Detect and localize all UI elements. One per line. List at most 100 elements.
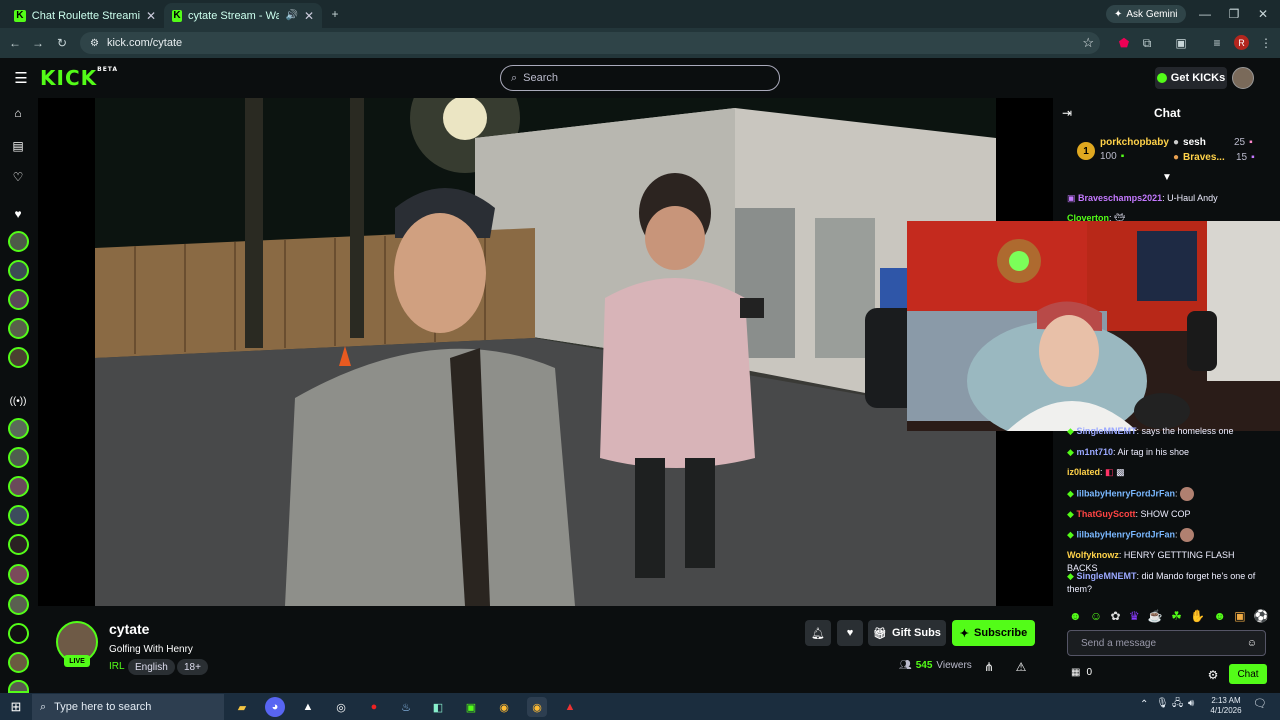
- discord-icon[interactable]: ◕: [265, 697, 285, 717]
- chat-username[interactable]: SingleMNEMT: [1076, 571, 1136, 581]
- recommended-channel-avatar[interactable]: [8, 564, 29, 585]
- network-icon[interactable]: 🖧︎: [1172, 699, 1183, 709]
- reload-icon[interactable]: ↻: [53, 34, 71, 52]
- stream-video-frame[interactable]: [95, 98, 996, 606]
- emote-icon[interactable]: ☺: [1090, 609, 1102, 623]
- volume-icon[interactable]: 🔊︎: [1188, 699, 1194, 709]
- kick-logo[interactable]: KICKBETA: [40, 66, 118, 90]
- hamburger-menu-icon[interactable]: ☰: [12, 69, 30, 87]
- emote-icon[interactable]: ☕: [1148, 609, 1163, 623]
- followed-channel-avatar[interactable]: [8, 347, 29, 368]
- kick-app-icon[interactable]: ▣: [461, 697, 481, 717]
- pinned-toggle-icon[interactable]: ▼: [1158, 168, 1176, 186]
- followed-channel-avatar[interactable]: [8, 260, 29, 281]
- followed-channel-avatar[interactable]: [8, 318, 29, 339]
- recommended-channel-avatar[interactable]: [8, 623, 29, 644]
- recommended-channel-avatar[interactable]: [8, 447, 29, 468]
- extension-icon[interactable]: ⬟: [1115, 34, 1133, 52]
- chat-username[interactable]: Wolfyknowz: [1067, 550, 1119, 560]
- notification-bell-button[interactable]: 🔔︎: [805, 620, 831, 646]
- subscribe-button[interactable]: ✦ Subscribe: [952, 620, 1035, 646]
- emote-icon[interactable]: ♛: [1129, 609, 1140, 623]
- url-field[interactable]: ⚙ kick.com/cytate ☆: [80, 32, 1100, 54]
- recommended-channel-avatar[interactable]: [8, 652, 29, 673]
- collapse-chat-icon[interactable]: ⇥: [1058, 104, 1076, 122]
- new-tab-icon[interactable]: +: [326, 5, 344, 23]
- chat-settings-gear-icon[interactable]: ⚙: [1204, 666, 1222, 684]
- windows-start-icon[interactable]: ⊞: [7, 698, 25, 716]
- ask-gemini-button[interactable]: ✦ Ask Gemini: [1106, 5, 1186, 23]
- tag-18plus[interactable]: 18+: [177, 659, 208, 675]
- system-clock[interactable]: 2:13 AM 4/1/2026: [1202, 696, 1250, 716]
- app-a-icon[interactable]: ▲: [560, 697, 580, 717]
- browse-icon[interactable]: ▤: [9, 137, 27, 155]
- chat-username[interactable]: iz0lated: [1067, 467, 1100, 477]
- extensions-puzzle-icon[interactable]: ⧉: [1138, 34, 1156, 52]
- forward-icon[interactable]: →: [29, 34, 47, 52]
- home-icon[interactable]: ⌂: [9, 104, 27, 122]
- chat-username[interactable]: m1nt710: [1076, 447, 1113, 457]
- split-view-icon[interactable]: ▣: [1172, 34, 1190, 52]
- recommended-channel-avatar[interactable]: [8, 534, 29, 555]
- window-close-icon[interactable]: ✕: [1254, 5, 1272, 23]
- user-avatar[interactable]: [1232, 67, 1254, 89]
- chat-username[interactable]: lilbabyHenryFordJrFan: [1076, 529, 1175, 539]
- record-app-icon[interactable]: ●: [364, 697, 384, 717]
- mic-icon[interactable]: 🎙︎: [1156, 699, 1169, 709]
- search-input[interactable]: ⌕ Search: [500, 65, 780, 91]
- followed-channel-avatar[interactable]: [8, 289, 29, 310]
- reading-list-icon[interactable]: ≡: [1208, 34, 1226, 52]
- emote-icon[interactable]: ☻: [1069, 609, 1082, 623]
- followed-channel-avatar[interactable]: [8, 231, 29, 252]
- site-info-icon[interactable]: ⚙: [90, 38, 99, 49]
- close-icon[interactable]: ✕: [146, 9, 156, 23]
- channel-name[interactable]: cytate: [109, 621, 149, 637]
- chrome-active-icon[interactable]: ◉: [527, 697, 547, 717]
- gift-subs-button[interactable]: 🎁︎ Gift Subs: [868, 620, 946, 646]
- back-icon[interactable]: ←: [6, 34, 24, 52]
- webcam-overlay[interactable]: [907, 221, 1280, 431]
- recommended-channel-avatar[interactable]: [8, 505, 29, 526]
- share-icon[interactable]: ⋔: [980, 658, 998, 676]
- tag-english[interactable]: English: [128, 659, 175, 675]
- chat-username[interactable]: Braveschamps2021: [1078, 193, 1162, 203]
- channel-points[interactable]: ▦ 0: [1071, 667, 1092, 678]
- emote-icon[interactable]: ⚽: [1254, 609, 1269, 623]
- top-gifter-name[interactable]: porkchopbaby: [1100, 137, 1169, 148]
- emote-icon[interactable]: ✋: [1190, 609, 1205, 623]
- file-explorer-icon[interactable]: ▰: [232, 697, 252, 717]
- emote-icon[interactable]: ▣: [1234, 609, 1245, 623]
- following-icon[interactable]: ♡: [9, 168, 27, 186]
- chrome-icon[interactable]: ◉: [494, 697, 514, 717]
- recommended-channel-avatar[interactable]: [8, 418, 29, 439]
- taskbar-search-input[interactable]: ⌕ Type here to search: [32, 694, 224, 720]
- send-chat-button[interactable]: Chat: [1229, 664, 1267, 684]
- recommended-channel-avatar[interactable]: [8, 476, 29, 497]
- recommended-channel-avatar[interactable]: [8, 680, 29, 693]
- obs-icon[interactable]: ◎: [331, 697, 351, 717]
- speaker-icon[interactable]: 🔊: [285, 10, 297, 21]
- category-link[interactable]: IRL: [109, 661, 125, 672]
- tab-cytate-stream[interactable]: K cytate Stream - Watch Live 🔊 ✕: [164, 3, 322, 28]
- gifter-name[interactable]: ● Braves...: [1173, 152, 1225, 163]
- chat-username[interactable]: SingleMNEMT: [1076, 426, 1136, 436]
- minimize-icon[interactable]: —: [1196, 5, 1214, 23]
- steam-icon[interactable]: ♨: [396, 697, 416, 717]
- close-icon[interactable]: ✕: [304, 9, 314, 23]
- chat-username[interactable]: lilbabyHenryFordJrFan: [1076, 488, 1175, 498]
- emote-icon[interactable]: ✿: [1110, 609, 1120, 623]
- chat-username[interactable]: ThatGuyScott: [1076, 509, 1135, 519]
- emote-icon[interactable]: ☻: [1213, 609, 1226, 623]
- profile-avatar[interactable]: R: [1234, 35, 1249, 50]
- restore-icon[interactable]: ❐: [1225, 5, 1243, 23]
- emote-icon[interactable]: ☘: [1171, 609, 1182, 623]
- more-menu-icon[interactable]: ⋮: [1257, 34, 1275, 52]
- tray-overflow-icon[interactable]: ⌃: [1140, 700, 1148, 710]
- app-triangle-icon[interactable]: ▲: [298, 697, 318, 717]
- recommended-channel-avatar[interactable]: [8, 594, 29, 615]
- bookmark-star-icon[interactable]: ☆: [1082, 35, 1094, 51]
- follow-button[interactable]: ♥: [837, 620, 863, 646]
- notifications-icon[interactable]: 🗨︎: [1253, 699, 1267, 710]
- app-icon[interactable]: ◧: [428, 697, 448, 717]
- report-warning-icon[interactable]: ⚠: [1012, 658, 1030, 676]
